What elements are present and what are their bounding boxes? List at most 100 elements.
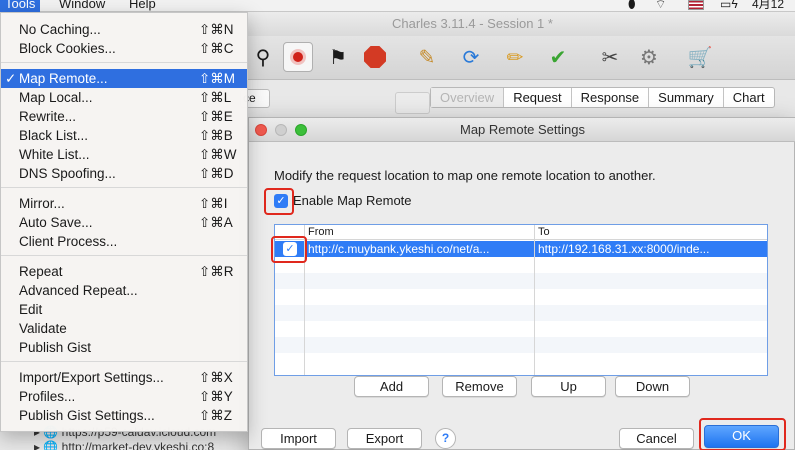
remove-button[interactable]: Remove [442, 376, 517, 397]
detail-tabs: Overview Request Response Summary Chart [430, 87, 775, 108]
menu-item-map-local[interactable]: Map Local... ⇧⌘L [1, 88, 247, 107]
menu-item-no-caching[interactable]: No Caching... ⇧⌘N [1, 20, 247, 39]
throttle-flag-icon[interactable]: ⚑ [323, 42, 353, 72]
checkmark-icon: ✓ [5, 71, 17, 86]
tree-row[interactable]: ▸ 🌐 http://market-dev.ykeshi.co:8 [34, 440, 214, 450]
binoculars-icon[interactable]: ⚲ [248, 42, 278, 72]
menu-item-label: Black List... [19, 128, 89, 143]
menu-separator [1, 255, 247, 256]
menu-item-label: Edit [19, 302, 43, 317]
dialog-titlebar: Map Remote Settings [249, 118, 795, 142]
dialog-description: Modify the request location to map one r… [274, 168, 656, 183]
enable-map-remote-label: Enable Map Remote [293, 193, 412, 208]
tools-icon[interactable]: ✂ [595, 42, 625, 72]
menu-item-edit[interactable]: Edit [1, 300, 247, 319]
menu-item-publish-gist-settings[interactable]: Publish Gist Settings... ⇧⌘Z [1, 406, 247, 425]
menu-item-profiles[interactable]: Profiles... ⇧⌘Y [1, 387, 247, 406]
menu-item-mirror[interactable]: Mirror... ⇧⌘I [1, 194, 247, 213]
validate-check-icon[interactable]: ✔ [543, 42, 573, 72]
highlight-row-checkbox [271, 236, 307, 263]
menu-item-map-remote[interactable]: ✓ Map Remote... ⇧⌘M [1, 69, 247, 88]
repeat-icon[interactable]: ⟳ [456, 42, 486, 72]
window-title: Charles 3.11.4 - Session 1 * [392, 16, 553, 31]
highlight-ok-button [699, 418, 786, 450]
menu-item-shortcut: ⇧⌘R [199, 264, 234, 279]
settings-gear-icon[interactable]: ⚙ [634, 42, 664, 72]
menu-item-label: Auto Save... [19, 215, 93, 230]
tools-dropdown-menu: No Caching... ⇧⌘N Block Cookies... ⇧⌘C ✓ Map … [0, 12, 248, 432]
import-button[interactable]: Import [261, 428, 336, 449]
menu-item-label: Repeat [19, 264, 63, 279]
close-window-button[interactable] [255, 124, 267, 136]
menu-item-black-list[interactable]: Black List... ⇧⌘B [1, 126, 247, 145]
menu-item-white-list[interactable]: White List... ⇧⌘W [1, 145, 247, 164]
menu-item-rewrite[interactable]: Rewrite... ⇧⌘E [1, 107, 247, 126]
record-button[interactable] [283, 42, 313, 72]
column-divider [534, 225, 535, 375]
menu-item-label: White List... [19, 147, 90, 162]
up-button[interactable]: Up [531, 376, 606, 397]
menubar-window[interactable]: Window [59, 0, 105, 12]
menu-separator [1, 187, 247, 188]
export-button[interactable]: Export [347, 428, 422, 449]
column-to[interactable]: To [534, 225, 550, 240]
menu-item-label: No Caching... [19, 22, 101, 37]
menu-item-dns-spoofing[interactable]: DNS Spoofing... ⇧⌘D [1, 164, 247, 183]
menu-item-label: Advanced Repeat... [19, 283, 138, 298]
menu-item-shortcut: ⇧⌘D [199, 166, 234, 181]
menu-item-import-export-settings[interactable]: Import/Export Settings... ⇧⌘X [1, 368, 247, 387]
menu-item-shortcut: ⇧⌘B [199, 128, 233, 143]
menu-item-shortcut: ⇧⌘M [199, 71, 236, 86]
tab-summary[interactable]: Summary [648, 88, 723, 107]
menu-item-label: DNS Spoofing... [19, 166, 116, 181]
menu-item-label: Publish Gist [19, 340, 92, 355]
tree-row-label: http://market-dev.ykeshi.co:8 [61, 440, 215, 450]
row-to-url: http://192.168.31.xx:8000/inde... [538, 242, 710, 256]
menu-item-repeat[interactable]: Repeat ⇧⌘R [1, 262, 247, 281]
menu-item-shortcut: ⇧⌘L [199, 90, 232, 105]
menu-item-block-cookies[interactable]: Block Cookies... ⇧⌘C [1, 39, 247, 58]
tab-response[interactable]: Response [570, 88, 649, 107]
cancel-button[interactable]: Cancel [619, 428, 694, 449]
down-button[interactable]: Down [615, 376, 690, 397]
edit-pencil-icon[interactable]: ✏ [500, 42, 530, 72]
compose-icon[interactable]: ✎ [412, 42, 442, 72]
tab-chart[interactable]: Chart [722, 88, 774, 107]
dialog-title: Map Remote Settings [459, 122, 585, 137]
table-row[interactable]: ✓ http://c.muybank.ykeshi.co/net/a... ht… [275, 241, 767, 257]
battery-icon[interactable]: ▭ϟ [720, 0, 738, 12]
menubar-clock[interactable]: 4月12 [752, 0, 784, 12]
app-status-icon[interactable]: ⬮ [628, 0, 636, 12]
shopping-cart-icon[interactable]: 🛒 [685, 42, 715, 72]
menu-item-validate[interactable]: Validate [1, 319, 247, 338]
add-button[interactable]: Add [354, 376, 429, 397]
menu-item-publish-gist[interactable]: Publish Gist [1, 338, 247, 357]
tab-request[interactable]: Request [503, 88, 570, 107]
mac-menubar: Tools Window Help ⬮ ⌔ ▭ϟ 4月12 [0, 0, 795, 12]
zoom-window-button[interactable] [295, 124, 307, 136]
column-from[interactable]: From [304, 225, 334, 240]
table-row [275, 273, 767, 289]
record-icon [290, 49, 306, 65]
table-row [275, 337, 767, 353]
menu-item-shortcut: ⇧⌘Y [199, 389, 233, 404]
menu-item-client-process[interactable]: Client Process... [1, 232, 247, 251]
enable-map-remote-checkbox[interactable]: ✓ Enable Map Remote [274, 193, 412, 208]
menu-item-advanced-repeat[interactable]: Advanced Repeat... [1, 281, 247, 300]
help-button[interactable]: ? [435, 428, 456, 449]
breakpoint-stop-button[interactable] [360, 42, 390, 72]
menubar-tools[interactable]: Tools [0, 0, 41, 12]
menu-item-shortcut: ⇧⌘Z [199, 408, 233, 423]
stop-icon [364, 46, 386, 68]
minimize-window-button[interactable] [275, 124, 287, 136]
menubar-help[interactable]: Help [129, 0, 156, 12]
menu-item-label: Client Process... [19, 234, 118, 249]
table-row [275, 305, 767, 321]
us-flag-icon[interactable] [688, 0, 704, 10]
menu-item-auto-save[interactable]: Auto Save... ⇧⌘A [1, 213, 247, 232]
filter-button[interactable] [395, 92, 430, 114]
menu-item-shortcut: ⇧⌘W [199, 147, 237, 162]
menu-item-label: Map Local... [19, 90, 93, 105]
tab-overview[interactable]: Overview [431, 88, 504, 107]
wifi-icon[interactable]: ⌔ [655, 0, 666, 12]
